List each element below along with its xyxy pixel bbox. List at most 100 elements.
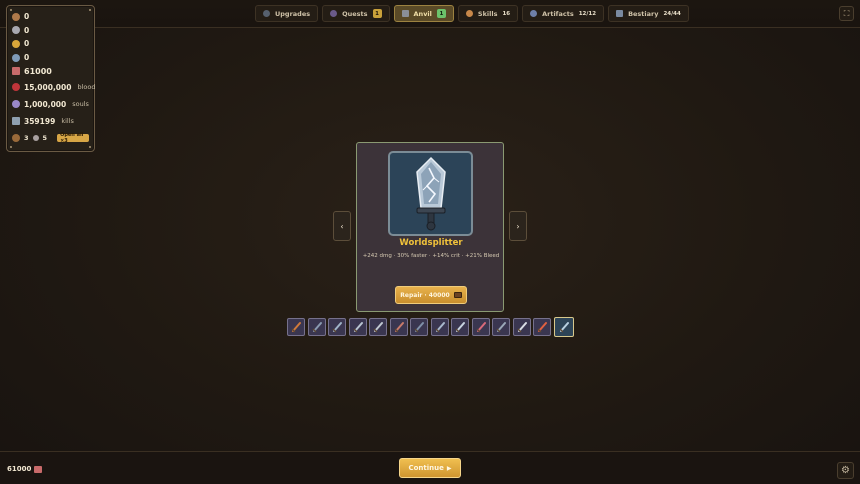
tab-label: Upgrades <box>275 9 311 18</box>
anvil-weapon-card: Worldsplitter +242 dmg · 30% faster · +1… <box>356 142 504 312</box>
tab-bestiary[interactable]: Bestiary 24/44 <box>608 5 689 22</box>
weapon-icon <box>455 322 465 333</box>
resource-value: 359199 <box>24 116 56 126</box>
panel-rivet <box>89 9 91 11</box>
weapon-icon <box>496 322 506 333</box>
chest-count: 3 <box>24 134 29 143</box>
gold-coin-icon <box>12 39 20 48</box>
weapon-slot-4[interactable] <box>348 318 367 336</box>
continue-label: Continue <box>408 464 444 472</box>
weapon-slot-14[interactable] <box>553 317 574 337</box>
weapon-icon <box>435 322 445 333</box>
continue-button[interactable]: Continue ▶ <box>399 458 461 478</box>
tab-quests[interactable]: Quests 1 <box>322 5 390 22</box>
tab-skills[interactable]: Skills 16 <box>457 5 519 22</box>
resource-unit: kills <box>61 117 74 126</box>
crowns-readout: 61000 <box>7 465 43 473</box>
resource-value: 0 <box>24 53 30 63</box>
tab-label: Quests <box>342 9 368 18</box>
repair-button[interactable]: Repair · 40000 <box>395 286 467 304</box>
fullscreen-button[interactable]: ⛶ <box>839 6 854 21</box>
weapon-slot-8[interactable] <box>430 318 449 336</box>
weapon-icon <box>353 322 363 333</box>
resource-value: 15,000,000 <box>24 82 72 92</box>
platinum-coin-icon <box>12 53 20 62</box>
bottom-bar: 61000 Continue ▶ ⚙ <box>0 451 860 484</box>
key-count: 5 <box>42 134 48 143</box>
anvil-icon <box>401 10 409 17</box>
tab-label: Artifacts <box>542 9 574 18</box>
tab-artifacts[interactable]: Artifacts 12/12 <box>522 5 605 22</box>
tab-label: Anvil <box>413 9 432 18</box>
chest-icon <box>453 292 462 298</box>
resource-unit: souls <box>72 100 89 109</box>
weapon-slot-1[interactable] <box>287 318 305 336</box>
panel-rivet <box>89 146 91 148</box>
resource-copper: 0 <box>12 10 89 24</box>
resource-blood: 15,000,000 blood <box>12 80 95 95</box>
resource-crowns: 61000 <box>12 64 89 78</box>
tab-label: Skills <box>477 9 498 18</box>
weapon-selector-strip <box>287 317 574 337</box>
open-all-button[interactable]: Open all ×3 <box>57 132 89 144</box>
soul-icon <box>12 100 20 109</box>
resource-value: 61000 <box>24 66 52 76</box>
panel-rivet <box>10 9 12 11</box>
repair-label: Repair · 40000 <box>400 291 450 299</box>
nav-tabs: Upgrades Quests 1 Anvil 1 Skills 16 Arti… <box>255 5 689 22</box>
weapon-icon <box>332 322 342 333</box>
weapon-icon <box>373 322 383 333</box>
resource-unit: blood <box>77 83 96 92</box>
resource-panel: 0 0 0 0 61000 15,000,000 blood 1,000,000… <box>6 5 95 152</box>
weapon-slot-6[interactable] <box>389 318 408 336</box>
tab-label: Bestiary <box>628 9 659 18</box>
gear-icon: ⚙ <box>841 465 850 476</box>
settings-button[interactable]: ⚙ <box>837 462 854 479</box>
fullscreen-icon: ⛶ <box>843 8 850 18</box>
weapon-slot-3[interactable] <box>328 318 346 336</box>
weapon-slot-11[interactable] <box>492 318 510 336</box>
resource-kills: 359199 kills <box>12 114 89 129</box>
weapon-slot-5[interactable] <box>369 318 387 336</box>
top-bar: Upgrades Quests 1 Anvil 1 Skills 16 Arti… <box>0 0 860 28</box>
weapon-slot-7[interactable] <box>410 318 428 336</box>
weapon-slot-13[interactable] <box>533 318 551 336</box>
skills-count: 16 <box>502 10 511 17</box>
bestiary-icon <box>616 10 624 17</box>
weapon-icon <box>517 322 527 333</box>
resource-value: 1,000,000 <box>24 99 67 109</box>
resource-value: 0 <box>24 12 30 22</box>
weapon-portrait <box>388 151 473 236</box>
weapon-icon <box>291 322 301 333</box>
skills-icon <box>465 10 473 17</box>
copper-coin-icon <box>12 12 20 21</box>
quests-icon <box>330 10 338 17</box>
resource-silver: 0 <box>12 24 89 38</box>
weapon-name: Worldsplitter <box>399 238 463 248</box>
weapon-slot-12[interactable] <box>512 318 531 336</box>
panel-rivet <box>10 146 12 148</box>
blood-drop-icon <box>12 83 20 92</box>
resource-chests: 3 5 Open all ×3 <box>12 131 89 146</box>
next-weapon-button[interactable]: › <box>509 211 527 241</box>
chevron-right-icon: › <box>516 221 520 231</box>
tab-anvil[interactable]: Anvil 1 <box>393 5 454 22</box>
chest-icon <box>12 134 20 143</box>
weapon-icon <box>537 322 547 333</box>
weapon-slot-2[interactable] <box>307 318 326 336</box>
weapon-slot-10[interactable] <box>471 318 490 336</box>
resource-platinum: 0 <box>12 51 89 65</box>
weapon-icon <box>476 322 486 333</box>
resource-gold: 0 <box>12 37 89 51</box>
chevron-left-icon: ‹ <box>340 221 344 231</box>
broken-sword-icon <box>415 156 446 230</box>
prev-weapon-button[interactable]: ‹ <box>333 211 351 241</box>
tab-upgrades[interactable]: Upgrades <box>255 5 319 22</box>
weapon-slot-9[interactable] <box>451 318 469 336</box>
crown-icon <box>12 67 20 76</box>
artifacts-count: 12/12 <box>578 10 597 17</box>
weapon-icon <box>312 322 322 333</box>
key-icon <box>32 135 39 142</box>
artifacts-icon <box>530 10 538 17</box>
weapon-icon <box>414 322 424 333</box>
